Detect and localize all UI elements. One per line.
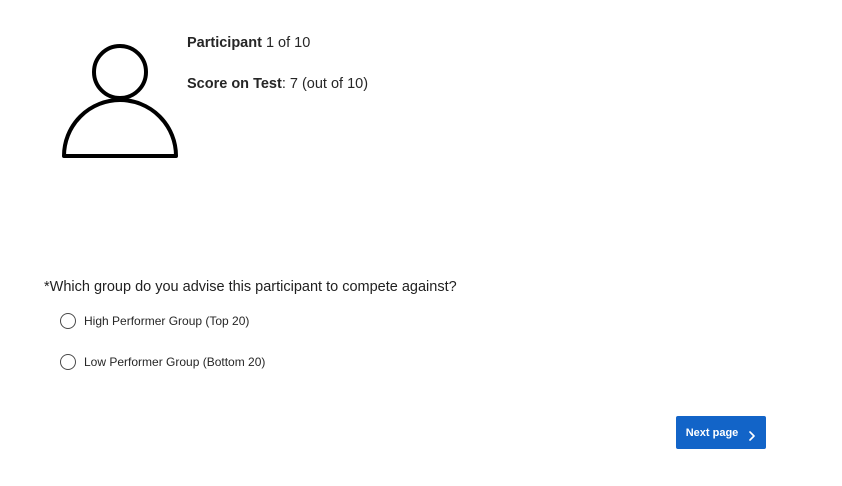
question-text: *Which group do you advise this particip…	[44, 279, 457, 295]
participant-value: 1 of 10	[265, 35, 311, 51]
radio-button[interactable]	[60, 354, 76, 370]
next-page-button[interactable]: Next page	[676, 416, 766, 449]
score-line: Score on Test: 7 (out of 10)	[187, 75, 368, 93]
radio-button[interactable]	[60, 313, 76, 329]
chevron-right-icon	[748, 428, 756, 441]
option-low-performer[interactable]: Low Performer Group (Bottom 20)	[60, 354, 265, 370]
next-page-label: Next page	[685, 426, 739, 439]
score-value: : 7 (out of 10)	[281, 76, 369, 92]
participant-info: Participant 1 of 10 Score on Test: 7 (ou…	[187, 34, 368, 93]
person-icon	[60, 42, 180, 160]
option-high-performer[interactable]: High Performer Group (Top 20)	[60, 313, 249, 329]
option-label[interactable]: High Performer Group (Top 20)	[84, 313, 249, 329]
participant-line: Participant 1 of 10	[187, 34, 368, 52]
score-label: Score on Test	[187, 76, 282, 92]
participant-label: Participant	[187, 35, 262, 51]
option-label[interactable]: Low Performer Group (Bottom 20)	[84, 354, 265, 370]
